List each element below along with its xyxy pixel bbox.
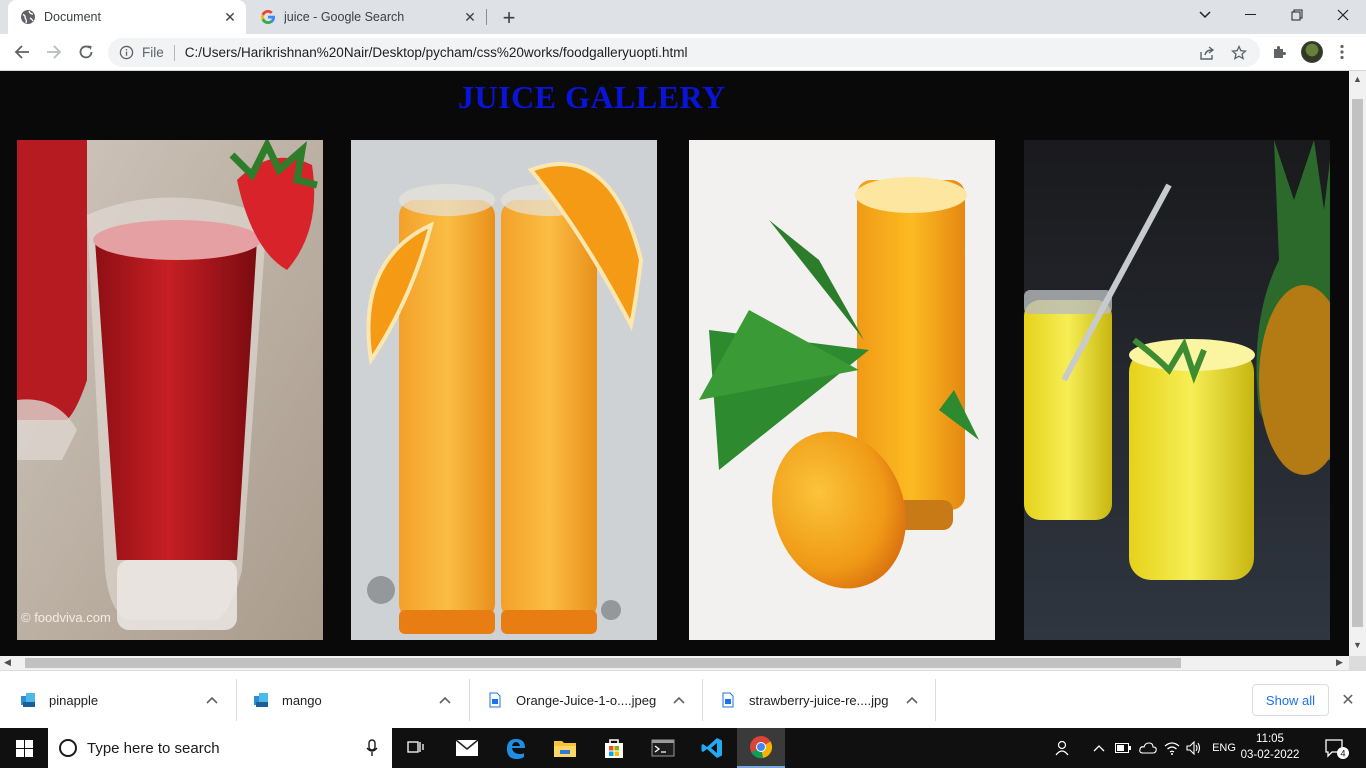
vscode-icon[interactable]: [688, 728, 736, 768]
watermark-text: © foodviva.com: [21, 610, 111, 625]
windows-taskbar: Type here to search ENG 11:05 03-02-2022…: [0, 728, 1366, 768]
image-file-icon: [21, 693, 35, 707]
chevron-up-icon[interactable]: [669, 696, 689, 704]
info-icon[interactable]: [118, 45, 134, 61]
taskbar-clock[interactable]: 11:05 03-02-2022: [1240, 731, 1300, 763]
tab-document[interactable]: Document ✕: [8, 0, 246, 34]
download-filename: mango: [282, 692, 322, 708]
mail-app-icon[interactable]: [443, 728, 491, 768]
download-item-strawberry-juice[interactable]: strawberry-juice-re....jpg: [700, 683, 936, 717]
horizontal-scrollbar[interactable]: ◀ ▶: [0, 656, 1349, 670]
profile-avatar[interactable]: [1301, 41, 1323, 63]
wifi-icon[interactable]: [1162, 728, 1182, 768]
people-icon[interactable]: [1052, 728, 1074, 768]
scroll-down-arrow-icon[interactable]: ▼: [1353, 640, 1362, 650]
scroll-right-arrow-icon[interactable]: ▶: [1336, 657, 1343, 668]
minimize-icon[interactable]: [1228, 0, 1274, 30]
chrome-icon[interactable]: [737, 728, 785, 768]
chevron-up-tray-icon[interactable]: [1090, 728, 1108, 768]
download-item-mango[interactable]: mango: [233, 683, 469, 717]
tab-strip: Document ✕ juice - Google Search ✕ +: [0, 0, 1366, 34]
search-placeholder: Type here to search: [87, 739, 220, 757]
download-filename: Orange-Juice-1-o....jpeg: [516, 692, 657, 708]
language-indicator[interactable]: ENG: [1208, 728, 1240, 768]
close-shelf-icon[interactable]: ✕: [1338, 690, 1358, 710]
address-bar[interactable]: File C:/Users/Harikrishnan%20Nair/Deskto…: [108, 38, 1260, 67]
vertical-scrollbar[interactable]: ▲ ▼: [1349, 71, 1366, 656]
show-all-button[interactable]: Show all: [1252, 684, 1329, 716]
edge-browser-icon[interactable]: [492, 728, 540, 768]
google-icon: [260, 9, 276, 25]
back-arrow-icon[interactable]: [8, 38, 36, 66]
tab-search-chevron-icon[interactable]: [1182, 0, 1228, 30]
download-item-pinapple[interactable]: pinapple: [0, 683, 236, 717]
bookmark-star-icon[interactable]: [1230, 44, 1248, 62]
page-title: JUICE GALLERY: [458, 79, 726, 115]
task-view-icon[interactable]: [392, 728, 440, 768]
chevron-up-icon[interactable]: [435, 696, 455, 704]
new-tab-button[interactable]: +: [496, 5, 522, 31]
scheme-label: File: [142, 45, 164, 60]
browser-toolbar: File C:/Users/Harikrishnan%20Nair/Deskto…: [0, 34, 1366, 71]
download-item-orange-juice[interactable]: Orange-Juice-1-o....jpeg: [467, 683, 703, 717]
clock-time: 11:05: [1256, 733, 1284, 745]
scroll-left-arrow-icon[interactable]: ◀: [4, 657, 11, 668]
windows-start-icon[interactable]: [0, 728, 48, 768]
download-divider: [935, 679, 936, 721]
jpeg-file-icon: [722, 692, 734, 708]
microphone-icon[interactable]: [366, 739, 378, 757]
pineapple-juice-image: [1024, 140, 1330, 640]
image-file-icon: [254, 693, 268, 707]
horizontal-scroll-thumb[interactable]: [25, 658, 1181, 668]
close-tab-icon[interactable]: ✕: [460, 7, 480, 27]
vertical-scroll-thumb[interactable]: [1352, 99, 1363, 627]
omnibox-divider: [173, 44, 175, 61]
volume-icon[interactable]: [1184, 728, 1204, 768]
chevron-up-icon[interactable]: [202, 696, 222, 704]
battery-icon[interactable]: [1114, 728, 1132, 768]
download-filename: strawberry-juice-re....jpg: [749, 692, 889, 708]
strawberry-juice-image: © foodviva.com: [17, 140, 323, 640]
taskbar-search-box[interactable]: Type here to search: [48, 728, 392, 768]
close-window-icon[interactable]: [1320, 0, 1366, 30]
cloud-icon[interactable]: [1138, 728, 1158, 768]
share-icon[interactable]: [1198, 44, 1216, 62]
microsoft-store-icon[interactable]: [590, 728, 638, 768]
tab-google-search[interactable]: juice - Google Search ✕: [248, 0, 486, 34]
notification-center-icon[interactable]: 4: [1316, 728, 1356, 768]
download-filename: pinapple: [49, 692, 99, 708]
tab-title: Document: [44, 10, 101, 24]
extensions-puzzle-icon[interactable]: [1269, 42, 1289, 62]
page-viewport: JUICE GALLERY © foodviva.com: [0, 71, 1349, 656]
tab-divider: [486, 9, 487, 25]
file-explorer-icon[interactable]: [541, 728, 589, 768]
chevron-up-icon[interactable]: [902, 696, 922, 704]
mango-juice-image: [689, 140, 995, 640]
reload-icon[interactable]: [72, 38, 100, 66]
notification-count: 4: [1340, 749, 1345, 759]
menu-kebab-icon[interactable]: [1332, 42, 1352, 62]
clock-date: 03-02-2022: [1240, 749, 1300, 761]
jpeg-file-icon: [489, 692, 501, 708]
search-icon: [59, 739, 77, 757]
terminal-icon[interactable]: [639, 728, 687, 768]
download-shelf: pinapple mango Orange-Juice-1-o....jpeg …: [0, 670, 1366, 728]
orange-juice-image: [351, 140, 657, 640]
close-tab-icon[interactable]: ✕: [220, 7, 240, 27]
restore-icon[interactable]: [1274, 0, 1320, 30]
scroll-corner: [1349, 656, 1366, 670]
globe-icon: [20, 9, 36, 25]
scroll-up-arrow-icon[interactable]: ▲: [1353, 74, 1362, 84]
forward-arrow-icon[interactable]: [40, 38, 68, 66]
tab-title: juice - Google Search: [284, 10, 405, 24]
url-text[interactable]: C:/Users/Harikrishnan%20Nair/Desktop/pyc…: [185, 45, 688, 60]
